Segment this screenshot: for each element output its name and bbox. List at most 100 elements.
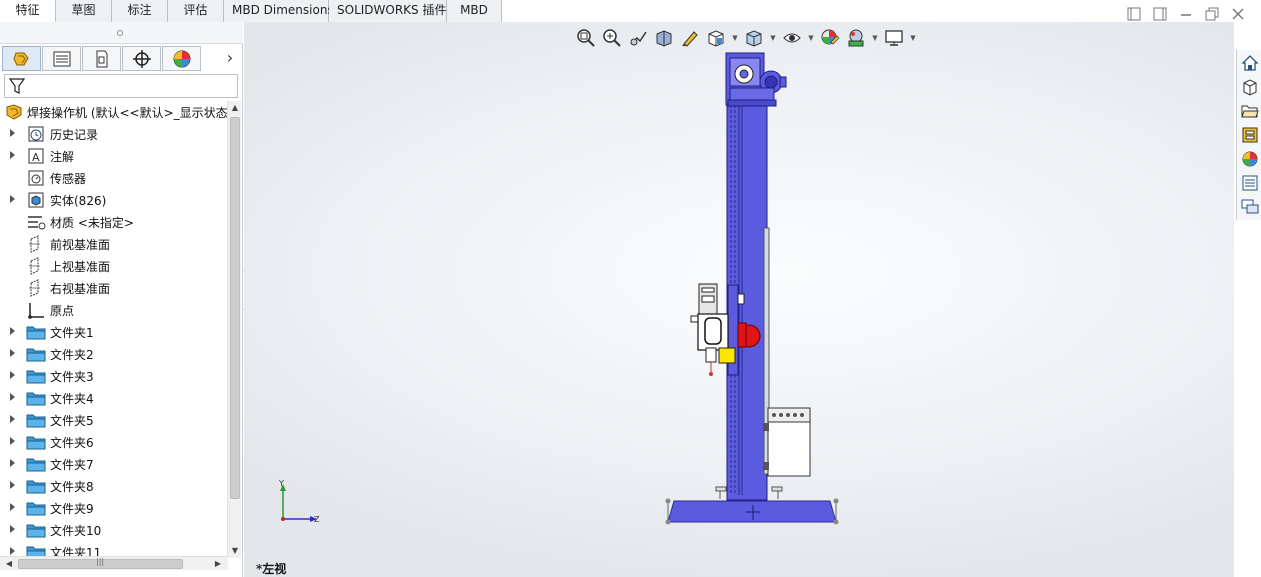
chevron-down-icon[interactable]: ▼: [768, 26, 778, 50]
expand-arrow-icon[interactable]: [9, 502, 17, 512]
tree-item[interactable]: 文件夹6: [0, 431, 228, 453]
tree-item[interactable]: 文件夹5: [0, 409, 228, 431]
solidworks-resources-tab[interactable]: [1239, 52, 1261, 74]
view-settings-button[interactable]: [882, 26, 906, 50]
tab-solidworks-addins[interactable]: SOLIDWORKS 插件: [329, 0, 447, 22]
tree-item[interactable]: 传感器: [0, 167, 228, 189]
appearances-tab[interactable]: [1239, 148, 1261, 170]
panel-left-icon: [1127, 7, 1141, 21]
dynamic-annotation-button[interactable]: [678, 26, 702, 50]
expand-arrow-icon[interactable]: [9, 392, 17, 402]
file-explorer-tab[interactable]: [1239, 100, 1261, 122]
annotation-view-icon: [682, 31, 698, 47]
design-library-tab[interactable]: [1239, 76, 1261, 98]
view-orientation-button[interactable]: [704, 26, 728, 50]
expand-arrow-icon[interactable]: [9, 480, 17, 490]
expand-arrow-icon[interactable]: [9, 128, 17, 138]
display-style-button[interactable]: [742, 26, 766, 50]
tree-item[interactable]: A 注解: [0, 145, 228, 167]
close-button[interactable]: [1230, 6, 1246, 22]
restore-button[interactable]: [1204, 6, 1220, 22]
scroll-up-icon[interactable]: ▲: [228, 101, 242, 115]
tree-item[interactable]: 文件夹10: [0, 519, 228, 541]
tree-item[interactable]: 文件夹2: [0, 343, 228, 365]
tree-item[interactable]: 文件夹1: [0, 321, 228, 343]
expand-arrow-icon[interactable]: [9, 194, 17, 204]
chevron-right-icon[interactable]: ›: [222, 50, 238, 68]
tree-item-label: 原点: [50, 304, 75, 318]
tree-item[interactable]: 实体(826): [0, 189, 228, 211]
expand-arrow-icon[interactable]: [9, 524, 17, 534]
tree-item[interactable]: 历史记录: [0, 123, 228, 145]
expand-arrow-icon[interactable]: [9, 436, 17, 446]
tree-item[interactable]: 文件夹8: [0, 475, 228, 497]
previous-view-icon: [630, 31, 647, 46]
expand-arrow-icon[interactable]: [9, 370, 17, 380]
tree-root-assembly[interactable]: 焊接操作机 (默认<<默认>_显示状态: [0, 101, 228, 123]
expand-arrow-icon[interactable]: [9, 458, 17, 468]
tree-item[interactable]: 原点: [0, 299, 228, 321]
folder-icon: [26, 480, 46, 494]
tree-item[interactable]: 文件夹9: [0, 497, 228, 519]
tree-item[interactable]: 前视基准面: [0, 233, 228, 255]
chevron-down-icon[interactable]: ▼: [806, 26, 816, 50]
chevron-down-icon[interactable]: ▼: [908, 26, 918, 50]
feature-manager-tab[interactable]: [2, 46, 41, 71]
tab-features[interactable]: 特征: [0, 0, 56, 22]
forum-tab[interactable]: [1239, 196, 1261, 218]
tree-item-label: 历史记录: [50, 128, 99, 142]
plane-icon: [29, 235, 40, 253]
expand-arrow-icon[interactable]: [9, 546, 17, 556]
tree-item-label: 文件夹4: [50, 392, 94, 406]
tab-evaluate[interactable]: 评估: [168, 0, 224, 22]
model-view[interactable]: [244, 22, 1234, 577]
edit-appearance-button[interactable]: [818, 26, 842, 50]
configuration-manager-tab[interactable]: [82, 46, 121, 71]
folder-icon: [26, 458, 46, 472]
display-manager-tab[interactable]: [162, 46, 201, 71]
graphics-area[interactable]: ▼ ▼ ▼ ▼ ▼ Y Z: [244, 22, 1234, 577]
property-manager-tab[interactable]: [42, 46, 81, 71]
scroll-thumb[interactable]: [230, 117, 240, 499]
chevron-down-icon[interactable]: ▼: [870, 26, 880, 50]
tree-item-label: 前视基准面: [50, 238, 111, 252]
tree-item[interactable]: 文件夹7: [0, 453, 228, 475]
panel-grip[interactable]: [0, 22, 243, 44]
expand-arrow-icon[interactable]: [9, 150, 17, 160]
expand-arrow-icon[interactable]: [9, 326, 17, 336]
tree-item[interactable]: 文件夹3: [0, 365, 228, 387]
scroll-down-icon[interactable]: ▼: [228, 544, 242, 558]
tree-item[interactable]: 文件夹4: [0, 387, 228, 409]
zoom-to-fit-button[interactable]: [574, 26, 598, 50]
view-palette-tab[interactable]: [1239, 124, 1261, 146]
tab-mbd[interactable]: MBD: [447, 0, 502, 22]
tree-horizontal-scrollbar[interactable]: ◀ ||| ▶: [0, 556, 228, 570]
home-icon: [1241, 55, 1259, 71]
expand-arrow-icon[interactable]: [9, 348, 17, 358]
previous-view-button[interactable]: [626, 26, 650, 50]
hide-show-items-button[interactable]: [780, 26, 804, 50]
manager-tabs: ›: [0, 46, 243, 72]
tree-item-label: 文件夹10: [50, 524, 102, 538]
tab-sketch[interactable]: 草图: [56, 0, 112, 22]
chevron-down-icon[interactable]: ▼: [730, 26, 740, 50]
dimxpert-manager-tab[interactable]: [122, 46, 161, 71]
custom-properties-tab[interactable]: [1239, 172, 1261, 194]
scroll-right-icon[interactable]: ▶: [211, 557, 225, 571]
scroll-left-icon[interactable]: ◀: [2, 557, 16, 571]
panel-right-button[interactable]: [1152, 6, 1168, 22]
tree-filter[interactable]: [4, 74, 238, 98]
panel-left-button[interactable]: [1126, 6, 1142, 22]
tab-mbd-dimensions[interactable]: MBD Dimensions: [224, 0, 334, 22]
tab-markup[interactable]: 标注: [112, 0, 168, 22]
tree-item[interactable]: 文件夹11: [0, 541, 228, 556]
tree-item[interactable]: 材质 <未指定>: [0, 211, 228, 233]
tree-item[interactable]: 右视基准面: [0, 277, 228, 299]
expand-arrow-icon[interactable]: [9, 414, 17, 424]
apply-scene-button[interactable]: [844, 26, 868, 50]
minimize-button[interactable]: [1178, 6, 1194, 22]
tree-vertical-scrollbar[interactable]: ▲ ▼: [227, 101, 241, 558]
zoom-area-button[interactable]: [600, 26, 624, 50]
section-view-button[interactable]: [652, 26, 676, 50]
tree-item[interactable]: 上视基准面: [0, 255, 228, 277]
